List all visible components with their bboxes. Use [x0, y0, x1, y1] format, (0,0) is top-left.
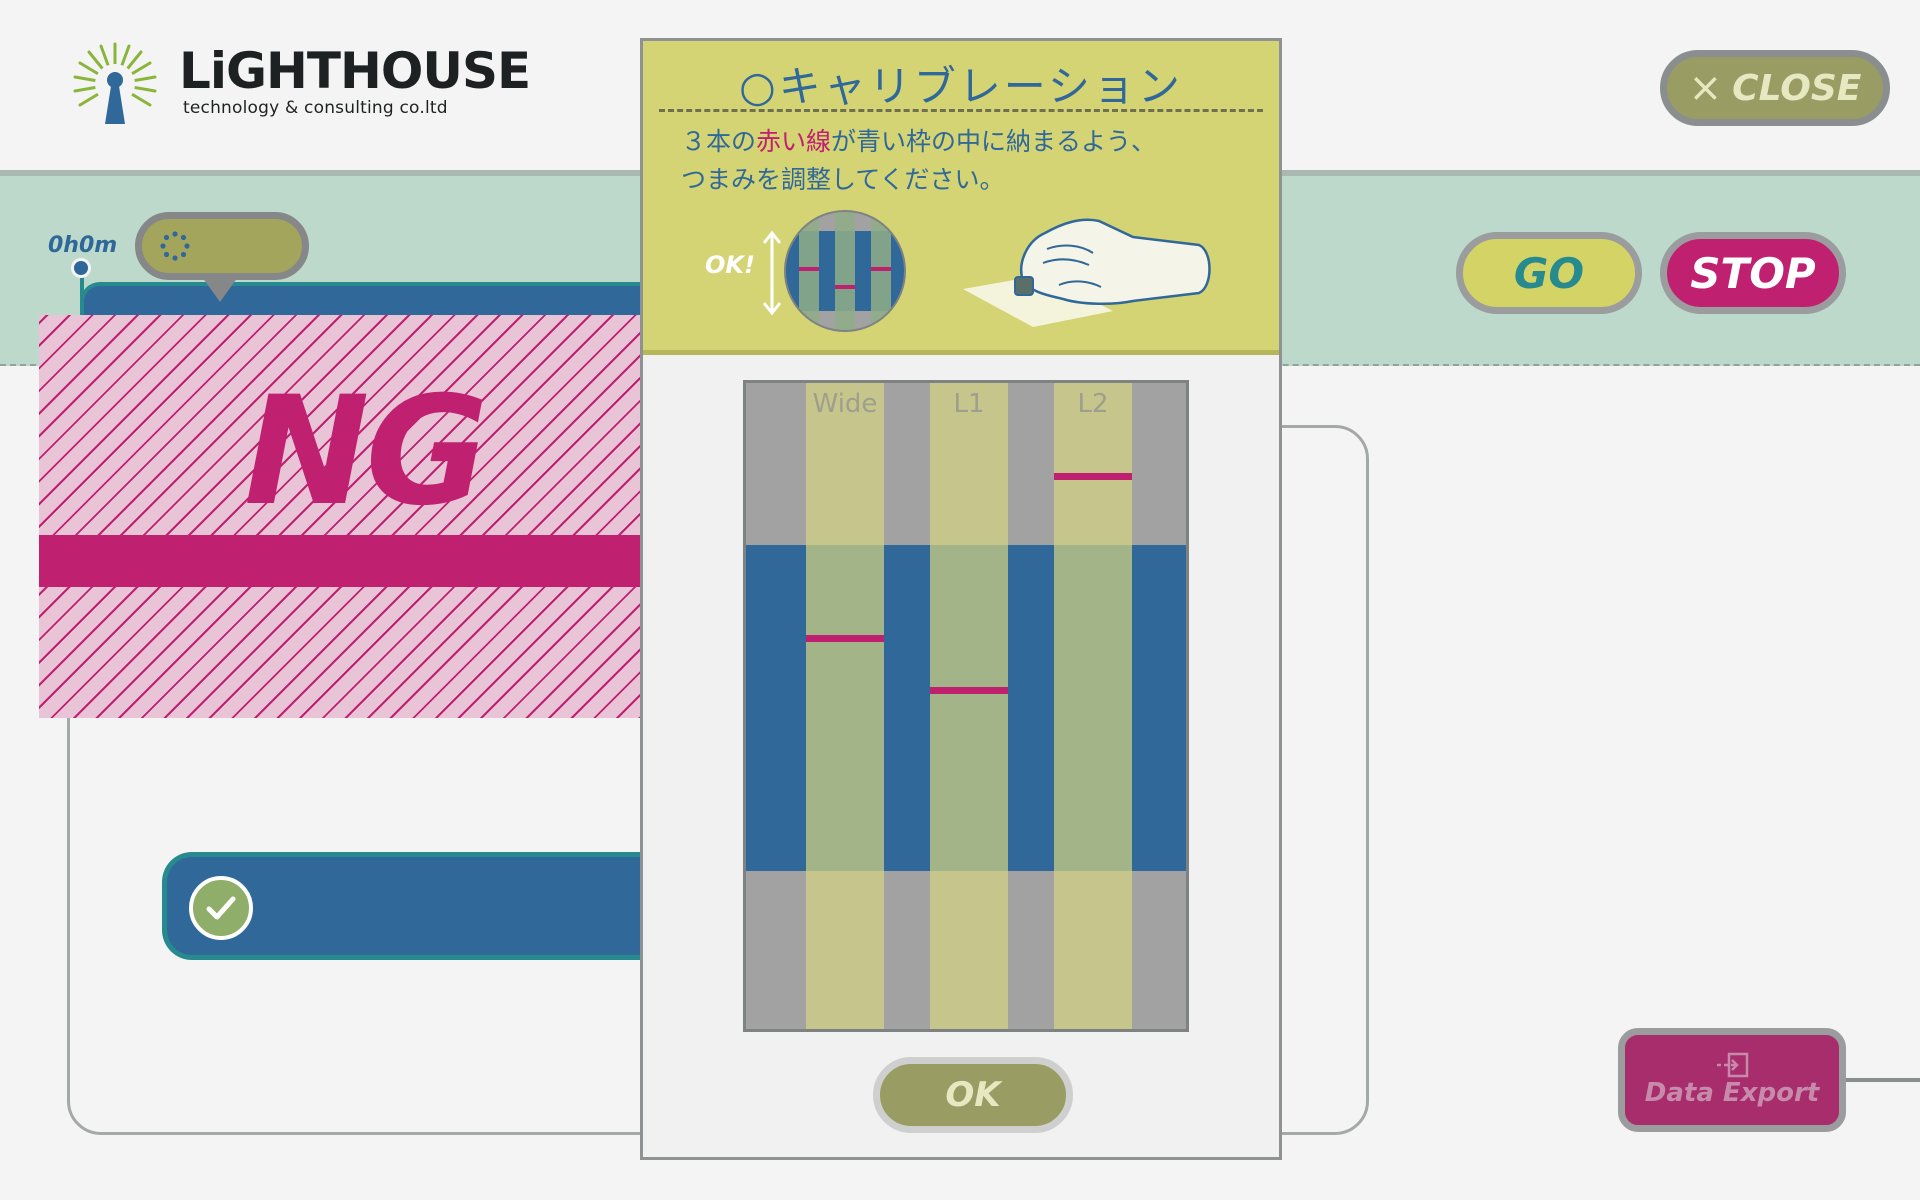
channel-column-wide: Wide	[806, 383, 884, 1029]
data-export-label: Data Export	[1644, 1078, 1820, 1108]
status-bubble	[135, 212, 309, 280]
calibration-view: Wide L1 L2	[743, 380, 1189, 1032]
header-divider	[659, 109, 1263, 112]
ok-hint-label: OK!	[705, 251, 755, 279]
result-label: NG	[244, 365, 489, 539]
calibration-example-icon	[784, 210, 906, 332]
logo-title: LiGHTHOUSE	[179, 42, 531, 100]
close-label: CLOSE	[1732, 67, 1862, 109]
company-logo: LiGHTHOUSE technology & consulting co.lt…	[73, 42, 531, 132]
hand-knob-icon	[963, 218, 1211, 327]
elapsed-timer: 0h0m	[48, 233, 118, 258]
channel-label: L1	[953, 389, 985, 419]
ng-result-panel: NG	[39, 315, 661, 718]
check-status-bar	[162, 852, 682, 960]
export-icon	[1717, 1052, 1749, 1078]
calibration-dialog: ○キャリブレーション ３本の赤い線が青い枠の中に納まるよう、 つまみを調整してく…	[640, 38, 1282, 1160]
stop-button[interactable]: STOP	[1660, 232, 1846, 314]
ng-bar	[39, 535, 661, 587]
red-line-marker	[1054, 473, 1132, 480]
channel-label: Wide	[812, 389, 878, 419]
lighthouse-logo-icon	[73, 42, 157, 124]
channel-column-l2: L2	[1054, 383, 1132, 1029]
ok-button[interactable]: OK	[873, 1057, 1073, 1133]
instruction-text-red: 赤い線	[756, 127, 832, 156]
channel-label: L2	[1077, 389, 1109, 419]
instruction-text-pre: ３本の	[681, 127, 757, 156]
vertical-range-arrow-icon	[762, 230, 782, 316]
timer-pin-dot	[71, 258, 91, 278]
calibration-header: ○キャリブレーション ３本の赤い線が青い枠の中に納まるよう、 つまみを調整してく…	[643, 41, 1279, 355]
channel-column-l1: L1	[930, 383, 1008, 1029]
close-icon: ×	[1688, 65, 1723, 111]
instruction-text-line2: つまみを調整してください。	[681, 165, 1005, 194]
go-button[interactable]: GO	[1456, 232, 1642, 314]
data-export-button[interactable]: Data Export	[1618, 1028, 1846, 1132]
logo-subtitle: technology & consulting co.ltd	[183, 98, 448, 118]
loading-spinner-icon	[160, 231, 190, 261]
calibration-title: ○キャリブレーション	[739, 62, 1183, 111]
export-connector	[1846, 1078, 1920, 1082]
calibration-instruction: ３本の赤い線が青い枠の中に納まるよう、 つまみを調整してください。	[681, 123, 1241, 199]
red-line-marker	[806, 635, 884, 642]
instruction-text-post: が青い枠の中に納まるよう、	[831, 127, 1157, 156]
close-button[interactable]: × CLOSE	[1660, 50, 1890, 126]
red-line-marker	[930, 687, 1008, 694]
checkmark-icon	[189, 876, 253, 940]
